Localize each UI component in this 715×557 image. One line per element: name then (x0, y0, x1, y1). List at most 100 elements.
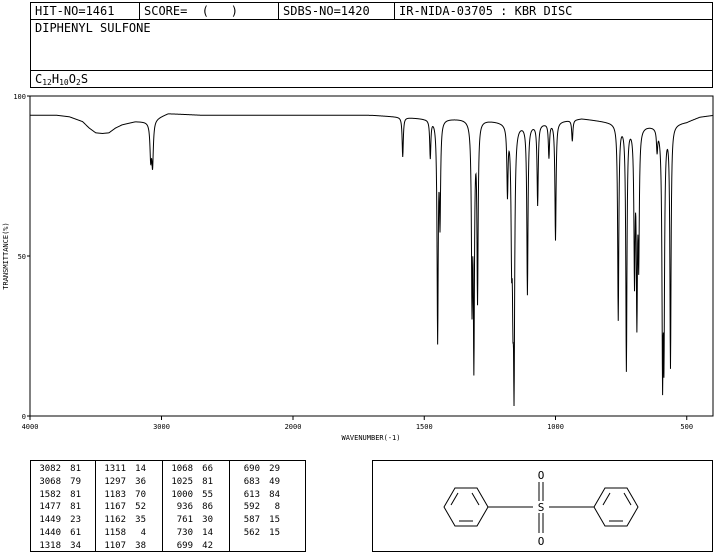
peak-row: 761 30 (163, 514, 229, 527)
peak-wavenumber: 1068 (171, 464, 193, 474)
peak-row: 1449 23 (31, 514, 95, 527)
peak-row: 1068 66 (163, 463, 229, 476)
peak-row: 1167 52 (96, 501, 162, 514)
spectrum-line (30, 113, 714, 406)
peak-transmittance: 81 (70, 502, 81, 513)
peak-transmittance: 86 (202, 502, 213, 513)
oxygen-atom-bottom: O (538, 535, 545, 548)
peak-wavenumber: 1167 (104, 502, 126, 513)
x-tick-label: 1500 (416, 423, 433, 431)
peak-wavenumber: 1183 (104, 489, 126, 500)
peak-transmittance: 34 (70, 540, 81, 551)
peak-transmittance: 70 (135, 489, 146, 500)
peak-transmittance: 4 (140, 527, 146, 538)
peak-table: 3082 81 3068 79 1582 81 1477 81 1449 23 1440 61 1318… (30, 460, 306, 552)
peak-wavenumber: 1440 (39, 527, 61, 538)
peak-wavenumber: 699 (176, 540, 193, 551)
peak-row: 1000 55 (163, 489, 229, 502)
peak-transmittance: 81 (70, 489, 81, 500)
peak-transmittance: 38 (135, 540, 146, 551)
peak-row: 1162 35 (96, 514, 162, 527)
peak-transmittance: 35 (135, 515, 146, 526)
oxygen-atom-top: O (538, 469, 545, 482)
peak-row: 683 49 (230, 476, 305, 489)
peak-wavenumber: 1582 (39, 489, 61, 500)
peak-row: 587 15 (230, 514, 305, 527)
peak-wavenumber: 1162 (104, 515, 126, 526)
peak-wavenumber: 613 (243, 489, 260, 500)
peak-transmittance: 29 (269, 464, 280, 474)
peak-transmittance: 14 (135, 464, 146, 474)
peak-wavenumber: 1311 (104, 464, 126, 474)
sulfur-atom: S (538, 501, 545, 514)
peak-row: 592 8 (230, 501, 305, 514)
peak-wavenumber: 683 (243, 476, 260, 487)
peak-wavenumber: 1025 (171, 476, 193, 487)
x-tick-label: 1000 (547, 423, 564, 431)
peak-row: 1297 36 (96, 476, 162, 489)
peak-row: 1311 14 (96, 463, 162, 476)
peak-row: 1158 4 (96, 527, 162, 540)
y-tick-label: 100 (13, 93, 26, 101)
peak-row: 936 86 (163, 501, 229, 514)
y-tick-label: 50 (18, 253, 26, 261)
peak-row: 3068 79 (31, 476, 95, 489)
peak-transmittance: 81 (202, 476, 213, 487)
peak-row: 1477 81 (31, 501, 95, 514)
left-benzene-ring (443, 487, 489, 527)
peak-row: 690 29 (230, 463, 305, 476)
peak-wavenumber: 3068 (39, 476, 61, 487)
peak-transmittance: 36 (135, 476, 146, 487)
peak-wavenumber: 1449 (39, 515, 61, 526)
molecular-structure: S O O (443, 469, 639, 548)
peak-row: 1107 38 (96, 540, 162, 553)
peak-transmittance: 81 (70, 464, 81, 474)
peak-row: 1318 34 (31, 540, 95, 553)
x-tick-label: 500 (680, 423, 693, 431)
peak-column: 1068 66 1025 81 1000 55 936 86 761 30 730 14 699 42 (163, 461, 230, 551)
peak-row: 1025 81 (163, 476, 229, 489)
peak-row: 1582 81 (31, 489, 95, 502)
peak-wavenumber: 3082 (39, 464, 61, 474)
plot-frame (29, 95, 714, 417)
peak-column: 690 29 683 49 613 84 592 8 587 15 562 15 (230, 461, 305, 551)
x-tick-label: 4000 (22, 423, 39, 431)
ir-spectrum-chart: 0 50 100 4000 3000 2000 1500 1000 500 TRANSMITT… (2, 93, 714, 442)
peak-column: 3082 81 3068 79 1582 81 1477 81 1449 23 1440 61 1318… (31, 461, 96, 551)
peak-transmittance: 42 (202, 540, 213, 551)
y-axis: 0 50 100 (13, 93, 30, 421)
peak-wavenumber: 730 (176, 527, 193, 538)
peak-wavenumber: 936 (176, 502, 193, 513)
y-tick-label: 0 (22, 413, 26, 421)
peak-row: 1183 70 (96, 489, 162, 502)
peak-wavenumber: 1158 (104, 527, 126, 538)
peak-wavenumber: 587 (243, 515, 260, 526)
peak-wavenumber: 1297 (104, 476, 126, 487)
peak-transmittance: 55 (202, 489, 213, 500)
peak-transmittance: 52 (135, 502, 146, 513)
peak-wavenumber: 1318 (39, 540, 61, 551)
peak-wavenumber: 690 (243, 464, 260, 474)
peak-wavenumber: 562 (243, 527, 260, 538)
peak-wavenumber: 1000 (171, 489, 193, 500)
peak-transmittance: 79 (70, 476, 81, 487)
x-axis: 4000 3000 2000 1500 1000 500 (22, 416, 693, 431)
peak-transmittance: 84 (269, 489, 280, 500)
peak-transmittance: 8 (274, 502, 280, 513)
peak-transmittance: 14 (202, 527, 213, 538)
y-axis-label: TRANSMITTANCE(%) (2, 222, 10, 289)
peak-transmittance: 15 (269, 527, 280, 538)
peak-column: 1311 14 1297 36 1183 70 1167 52 1162 35 1158 4 1107 3… (96, 461, 163, 551)
peak-row: 562 15 (230, 527, 305, 540)
peak-row: 3082 81 (31, 463, 95, 476)
peak-transmittance: 15 (269, 515, 280, 526)
structure-panel: S O O (372, 460, 713, 552)
peak-row: 1440 61 (31, 527, 95, 540)
peak-wavenumber: 1477 (39, 502, 61, 513)
peak-wavenumber: 1107 (104, 540, 126, 551)
peak-transmittance: 66 (202, 464, 213, 474)
x-tick-label: 3000 (153, 423, 170, 431)
peak-row: 613 84 (230, 489, 305, 502)
peak-wavenumber: 592 (243, 502, 260, 513)
peak-transmittance: 61 (70, 527, 81, 538)
